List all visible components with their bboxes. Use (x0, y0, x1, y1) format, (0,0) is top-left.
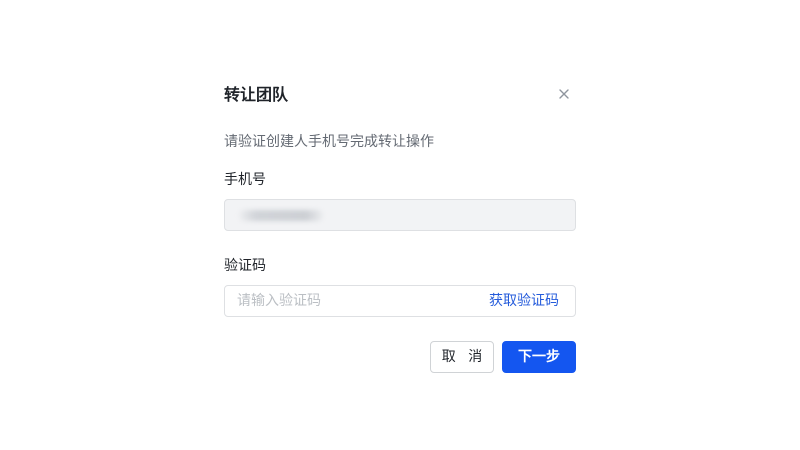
close-icon (556, 86, 572, 102)
cancel-button[interactable]: 取 消 (430, 341, 494, 373)
dialog-title: 转让团队 (224, 85, 289, 104)
phone-label: 手机号 (224, 172, 266, 188)
close-button[interactable] (556, 86, 572, 102)
phone-field (224, 199, 576, 231)
verification-code-input[interactable] (225, 286, 465, 316)
code-label: 验证码 (224, 258, 266, 274)
masked-phone-value (239, 210, 323, 221)
dialog-description: 请验证创建人手机号完成转让操作 (224, 134, 434, 150)
get-code-link[interactable]: 获取验证码 (489, 291, 559, 311)
transfer-team-dialog: 转让团队 请验证创建人手机号完成转让操作 手机号 验证码 获取验证码 取 消 下… (200, 60, 600, 400)
code-field: 获取验证码 (224, 285, 576, 317)
next-button[interactable]: 下一步 (502, 341, 576, 373)
